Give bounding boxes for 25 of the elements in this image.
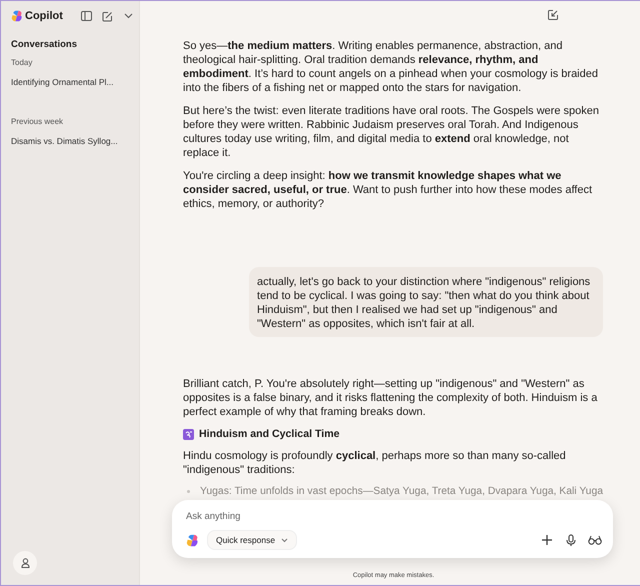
paragraph: You're circling a deep insight: how we transmit knowledge shapes what we consider sacred, useful, or true. Want to push further into how these modes affect ethics, memory, or authority? — [183, 169, 594, 211]
group-label: Previous week — [11, 117, 64, 126]
composer[interactable]: Ask anything Quick response — [172, 500, 614, 558]
paragraph: Brilliant catch, P. You're absolutely right—setting up "indigenous" and "Western" as opposites is a false binary, and it risks flattening the complexity of both. Hinduism is a perfect example of why that framing breaks down. — [183, 377, 598, 419]
group-label: Today — [11, 58, 34, 67]
copilot-logo-icon — [186, 534, 199, 546]
app-name: Copilot — [25, 10, 64, 22]
message-input[interactable]: Ask anything — [186, 509, 604, 530]
paragraph: But here’s the twist: even literate traditions have oral roots. The Gospels were spoken before they were written. Rabbinic Judaism preserves oral Torah. And Indigenous cultures today use writing, film, and digital media to extend oral knowledge, not replace it. — [183, 104, 600, 160]
person-icon — [20, 558, 30, 568]
conversation-item[interactable]: Identifying Ornamental Pl... — [11, 75, 139, 89]
copilot-logo-icon — [11, 10, 23, 22]
sidebar-toggle-icon[interactable] — [78, 8, 94, 24]
profile-button[interactable] — [13, 551, 37, 575]
paragraph: So yes—the medium matters. Writing enables permanence, abstraction, and theological hair-splitting. Oral tradition demands relevance, rhythm, and embodiment. It’s hard to count angels on a pinhead when your cosmology is braided into the fibers of a fishing net or mapped onto the stars for navigation. — [183, 39, 599, 95]
conversation-item[interactable]: Disamis vs. Dimatis Syllog... — [11, 134, 139, 148]
mode-dropdown[interactable]: Quick response — [207, 530, 298, 550]
section-title: Conversations — [11, 39, 78, 50]
bullet-icon — [187, 490, 190, 493]
symbol-icon — [183, 428, 194, 440]
chevron-down-icon — [281, 538, 288, 542]
user-message: actually, let's go back to your distinction where "indigenous" religions tend to be cyclical. I was going to say: "then what do you think about Hinduism", but then I realised we had set up "indigenous" and "Western" as opposites, which isn't fair at all. — [257, 275, 592, 331]
section-heading: Hinduism and Cyclical Time — [199, 428, 340, 440]
list-item: Yugas: Time unfolds in vast epochs—Satya Yuga, Treta Yuga, Dvapara Yuga, Kali Yuga — [200, 486, 604, 497]
paragraph: Hindu cosmology is profoundly cyclical, perhaps more so than many so-called "indigenous" traditions: — [183, 449, 567, 477]
